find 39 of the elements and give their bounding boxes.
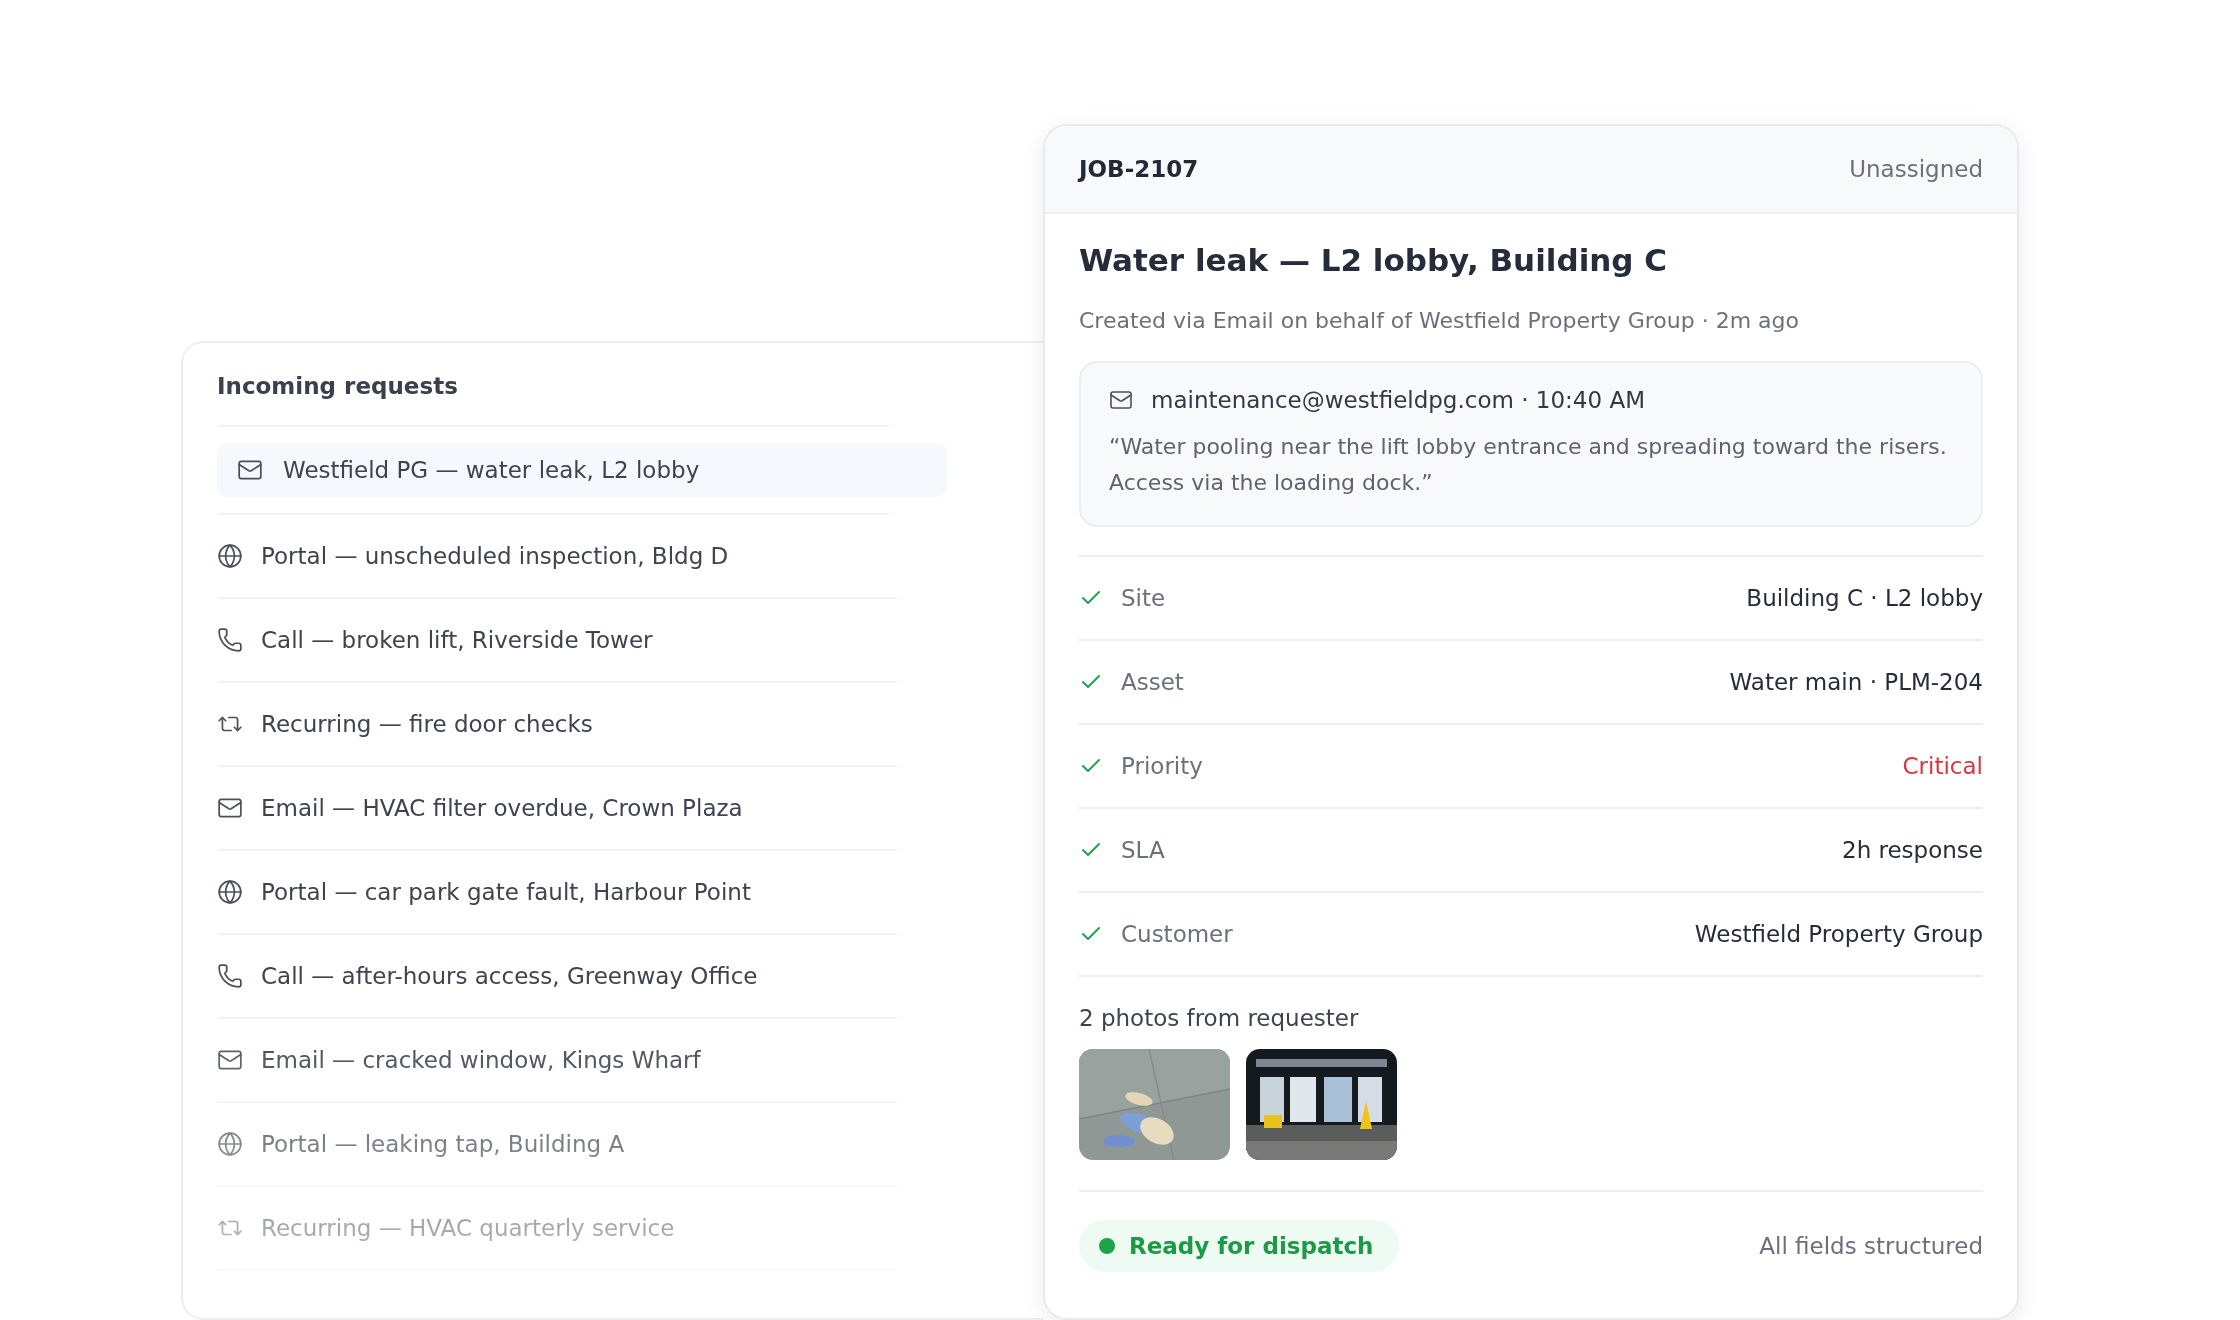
request-item[interactable]: Call — after-hours access, Greenway Office xyxy=(217,935,897,1017)
field-value: Building C · L2 lobby xyxy=(1746,585,1983,611)
request-item[interactable]: Portal — car park gate fault, Harbour Point xyxy=(217,851,897,933)
job-title: Water leak — L2 lobby, Building C xyxy=(1079,242,1669,278)
field-label: Site xyxy=(1121,585,1167,611)
request-item[interactable]: Portal — unscheduled inspection, Bldg D xyxy=(217,515,897,597)
request-item[interactable]: Email — HVAC filter overdue, Crown Plaza xyxy=(217,767,897,849)
message-sender: maintenance@westfieldpg.com · 10:40 AM xyxy=(1151,387,1645,413)
field-value: 2h response xyxy=(1842,837,1983,863)
phone-icon xyxy=(217,963,243,989)
status-note: All fields structured xyxy=(1759,1233,1983,1259)
field-label: Customer xyxy=(1121,921,1234,947)
request-item[interactable]: Portal — leaking tap, Building A xyxy=(217,1103,897,1185)
request-item[interactable]: Recurring — fire door checks xyxy=(217,683,897,765)
globe-icon xyxy=(217,1131,243,1157)
request-item[interactable]: Email — cracked window, Kings Wharf xyxy=(217,1019,897,1101)
job-id: JOB-2107 xyxy=(1079,156,1199,182)
field-label: Priority xyxy=(1121,753,1204,779)
photos-caption: 2 photos from requester xyxy=(1079,1005,1360,1031)
panel-title: Incoming requests xyxy=(217,373,889,427)
globe-icon xyxy=(217,543,243,569)
request-item[interactable]: Call — broken lift, Riverside Tower xyxy=(217,599,897,681)
field-label: SLA xyxy=(1121,837,1166,863)
job-meta: Created via Email on behalf of Westfield Property Group · 2m ago xyxy=(1079,308,1800,333)
status-dot xyxy=(1099,1238,1115,1254)
globe-icon xyxy=(217,879,243,905)
field-label: Asset xyxy=(1121,669,1185,695)
status-badge: Ready for dispatch xyxy=(1079,1220,1400,1272)
request-item[interactable]: Westfield PG — water leak, L2 lobby xyxy=(217,443,947,497)
mail-icon xyxy=(217,795,243,821)
mail-icon xyxy=(217,1047,243,1073)
mail-icon xyxy=(1109,388,1133,412)
phone-icon xyxy=(217,627,243,653)
field-value: Westfield Property Group xyxy=(1694,921,1983,947)
assignee: Unassigned xyxy=(1849,156,1983,182)
message-body: “Water pooling near the lift lobby entrance and spreading toward the risers. Access via the loading dock.” xyxy=(1109,433,1948,497)
field-value: Water main · PLM-204 xyxy=(1729,669,1983,695)
field-value: Critical xyxy=(1902,753,1983,779)
mail-icon xyxy=(237,457,263,483)
